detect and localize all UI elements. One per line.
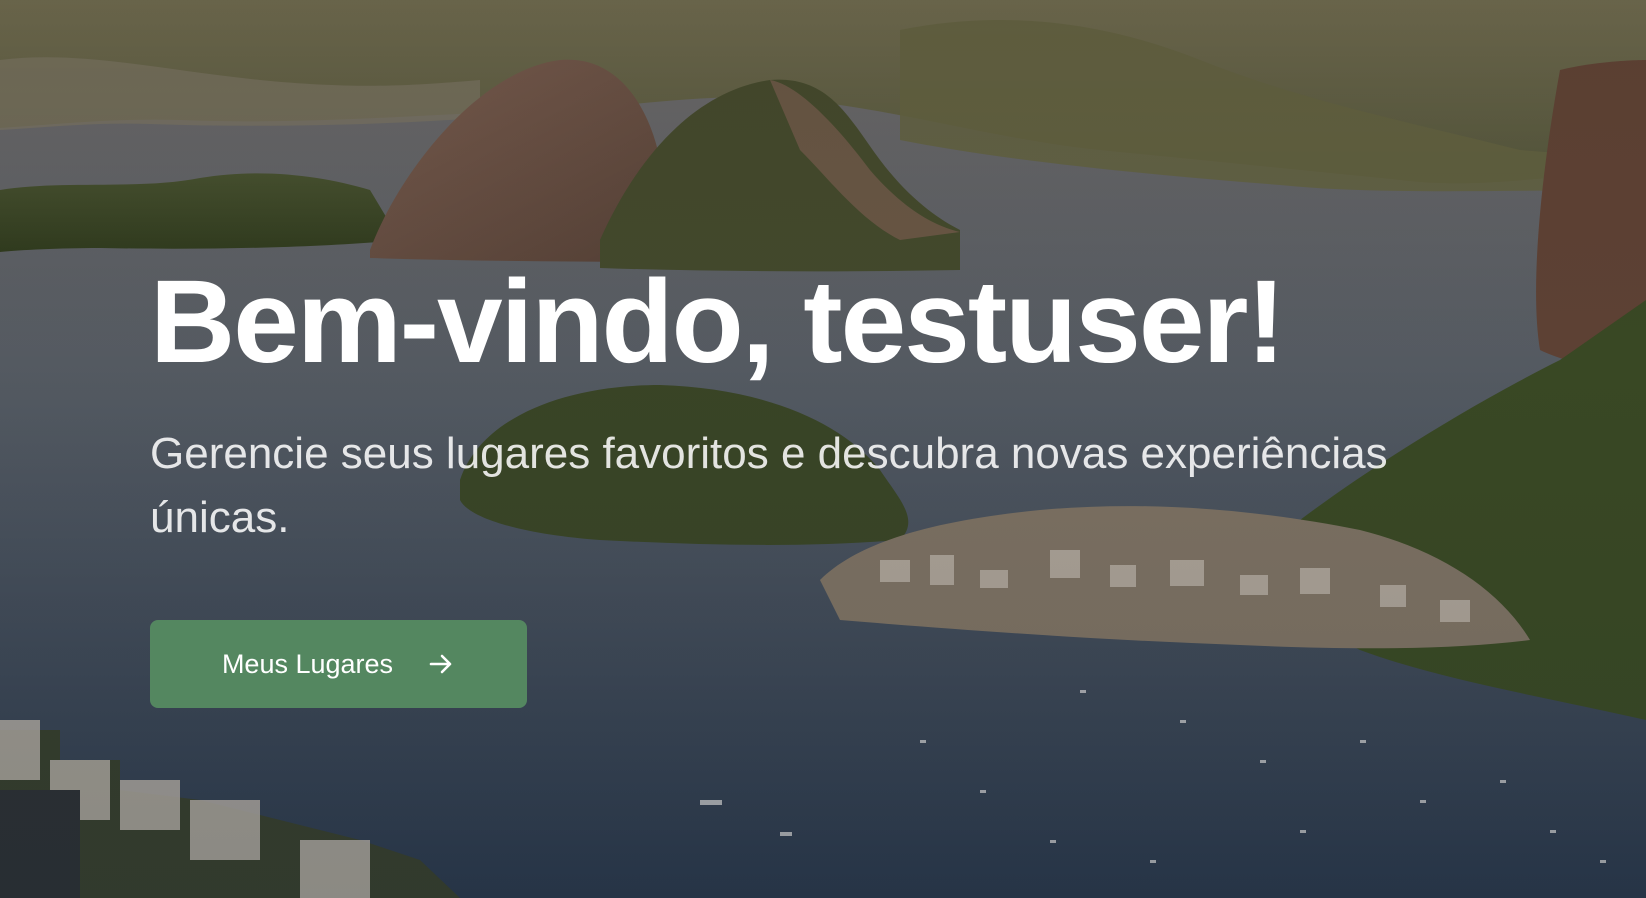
my-places-button-label: Meus Lugares <box>221 648 394 679</box>
welcome-title: Bem-vindo, testuser! <box>150 256 1286 388</box>
my-places-button[interactable]: Meus Lugares <box>150 620 527 708</box>
welcome-subtitle: Gerencie seus lugares favoritos e descub… <box>150 429 1388 542</box>
hero-content: Bem-vindo, testuser! Gerencie seus lugar… <box>150 258 1470 708</box>
hero-section: Bem-vindo, testuser! Gerencie seus lugar… <box>0 0 1646 898</box>
arrow-right-icon <box>429 654 452 674</box>
